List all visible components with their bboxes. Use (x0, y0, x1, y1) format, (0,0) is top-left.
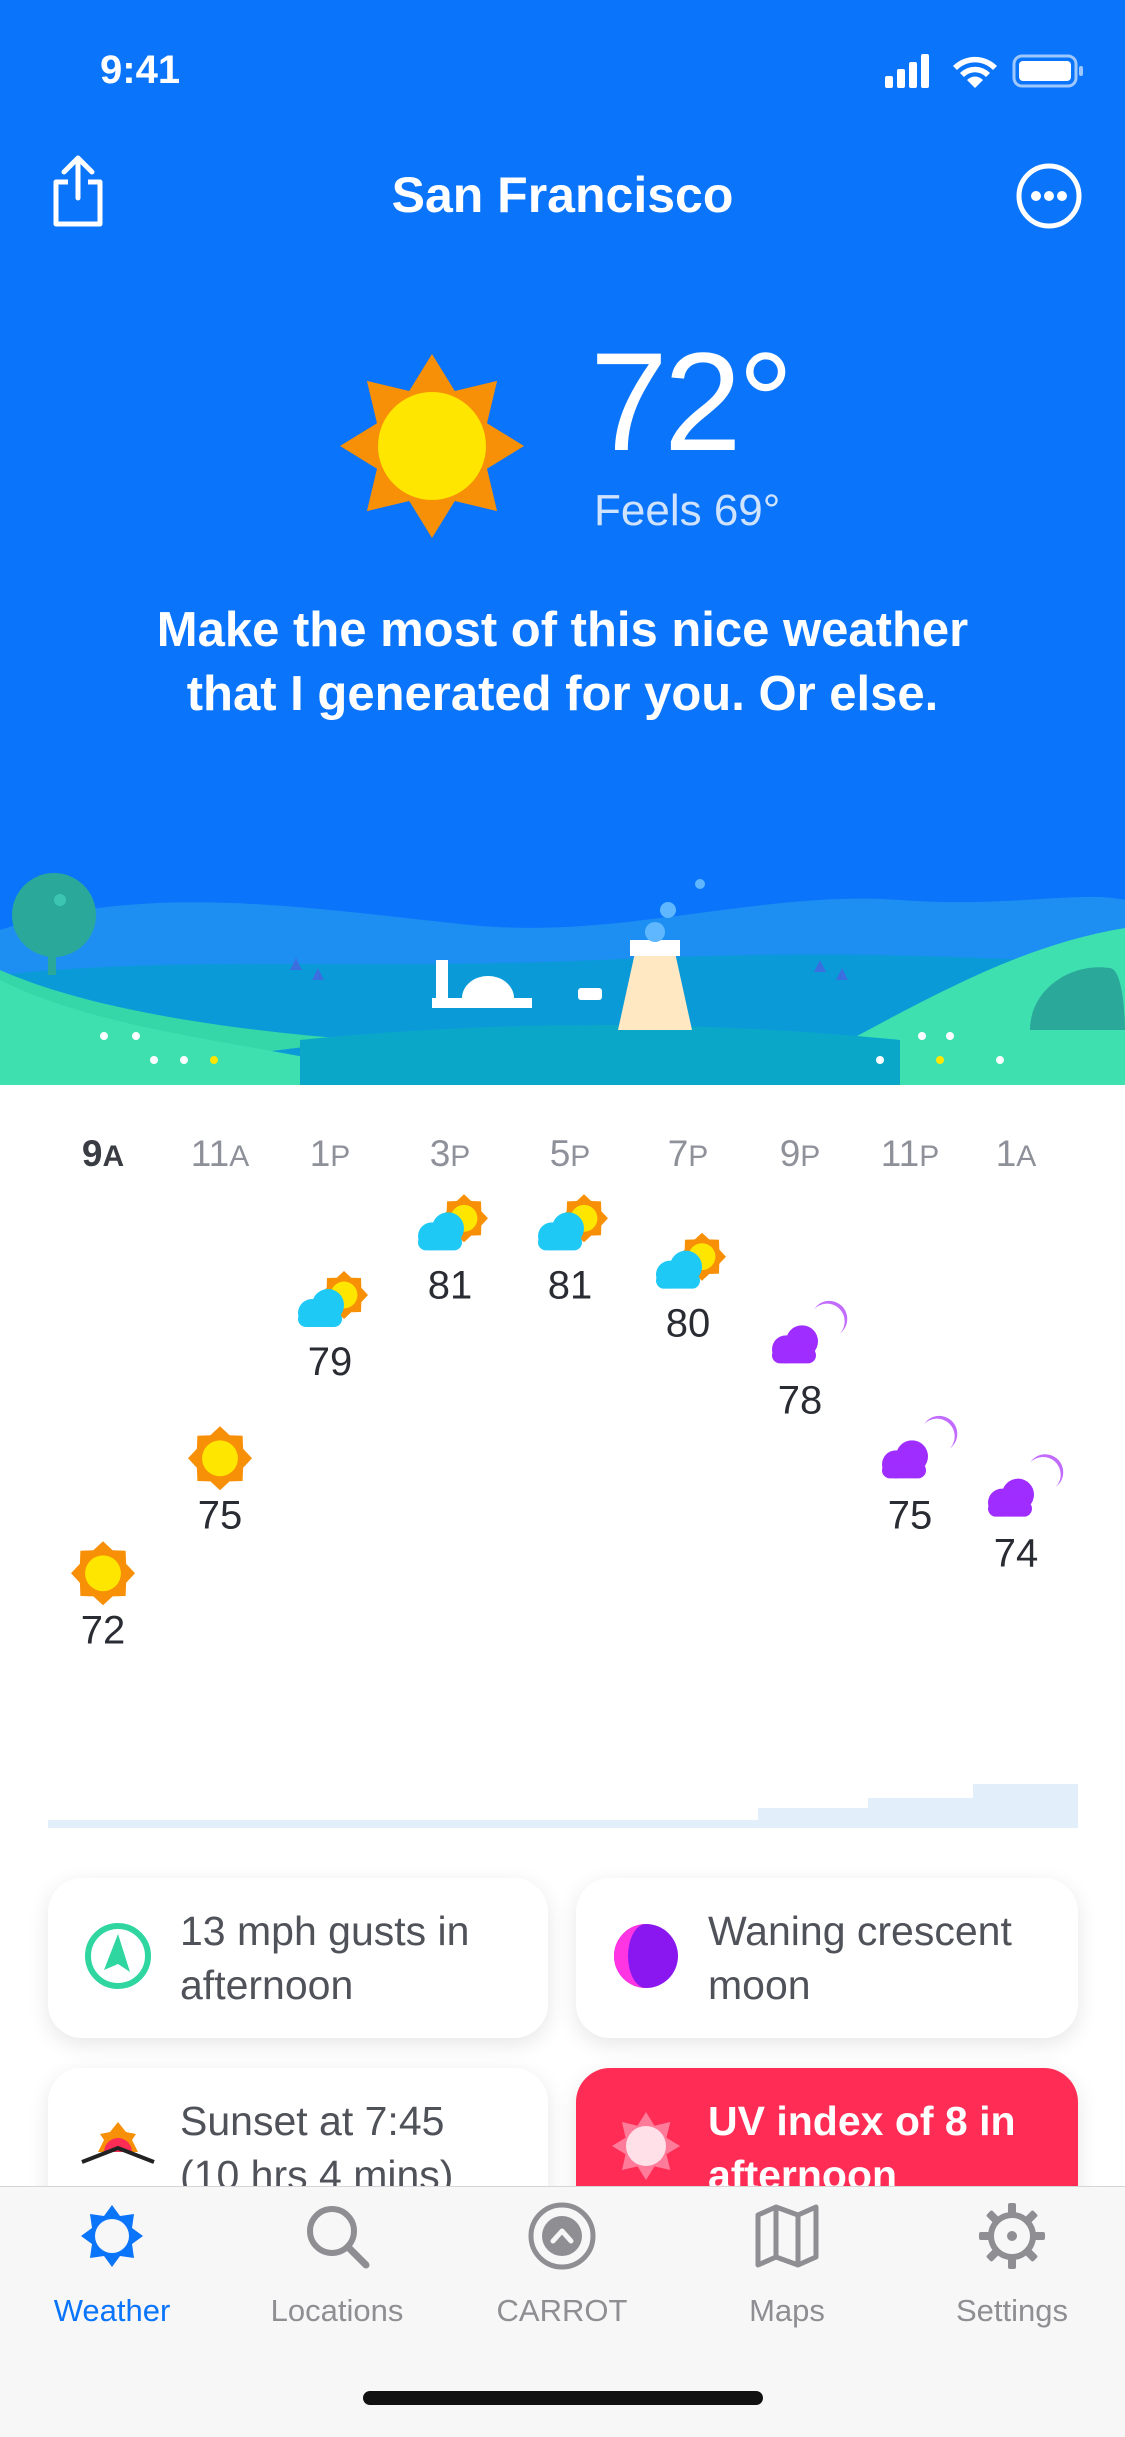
search-icon (307, 2206, 370, 2269)
tab-settings[interactable]: Settings (922, 2201, 1102, 2351)
hour-label: 11P (860, 1133, 960, 1175)
hour-label: 5P (520, 1133, 620, 1175)
hour-suffix: A (1016, 1140, 1037, 1173)
temperature-label: 80 (666, 1302, 711, 1346)
hour-label: 11A (170, 1133, 270, 1175)
temperature-label: 79 (308, 1340, 353, 1384)
tab-maps[interactable]: Maps (697, 2201, 877, 2351)
cellular-signal-icon (885, 54, 929, 88)
home-indicator[interactable] (363, 2391, 763, 2405)
current-temperature: 72° (590, 323, 794, 480)
more-options-icon[interactable] (1015, 162, 1083, 230)
temperature-label: 78 (778, 1378, 823, 1422)
message-line-2: that I generated for you. Or else. (186, 667, 939, 721)
tab-settings-label: Settings (955, 2293, 1068, 2328)
hour-suffix: P (688, 1140, 709, 1173)
sunset-icon (81, 2122, 155, 2164)
weather-hero: 9:41 San Francisco 72° Feels 69° Make th… (0, 0, 1125, 1085)
hour-suffix: P (330, 1140, 351, 1173)
hour-label: 9A (53, 1133, 153, 1175)
hour-label: 1P (280, 1133, 380, 1175)
sun-icon (340, 354, 524, 538)
status-icons (885, 54, 1083, 88)
temperature-label: 81 (548, 1263, 593, 1307)
tab-weather[interactable]: Weather (22, 2201, 202, 2351)
partly-cloudy-icon (298, 1271, 368, 1327)
hourly-temperature-chart: 72 75 79 81 81 80 78 75 74 (71, 1194, 1064, 1652)
moon-cloud-icon (882, 1415, 958, 1479)
uv-line-1: UV index of 8 in (708, 2098, 1016, 2144)
wind-line-2: afternoon (180, 1962, 354, 2008)
sunset-line-1: Sunset at 7:45 (180, 2098, 445, 2144)
temperature-label: 81 (428, 1263, 473, 1307)
hour-suffix: P (919, 1140, 940, 1173)
wind-line-1: 13 mph gusts in (180, 1908, 470, 1954)
tab-weather-label: Weather (53, 2293, 171, 2328)
landscape-illustration (0, 873, 1125, 1085)
sun-icon (188, 1426, 252, 1491)
battery-icon (1012, 54, 1083, 88)
city-title: San Francisco (391, 167, 734, 223)
hour-suffix: P (450, 1140, 471, 1173)
partly-cloudy-icon (538, 1194, 608, 1251)
hour-label: 9P (750, 1133, 850, 1175)
wind-text: 13 mph gusts in afternoon (180, 1904, 524, 2012)
hour-number: 11 (190, 1133, 230, 1174)
wifi-icon (953, 56, 997, 88)
moon-line-2: moon (708, 1962, 811, 2008)
wind-card[interactable]: 13 mph gusts in afternoon (48, 1878, 548, 2038)
map-icon (755, 2204, 819, 2268)
hour-label: 3P (400, 1133, 500, 1175)
moon-text: Waning crescent moon (708, 1904, 1054, 2012)
hour-number: 9 (81, 1133, 103, 1174)
hour-suffix: A (229, 1140, 250, 1173)
hour-number: 7 (667, 1133, 689, 1174)
tab-carrot-label: CARROT (496, 2293, 628, 2328)
hour-suffix: P (570, 1140, 591, 1173)
hour-suffix: P (800, 1140, 821, 1173)
temperature-label: 74 (994, 1532, 1039, 1576)
hour-label: 1A (966, 1133, 1066, 1175)
carrot-icon (528, 2202, 596, 2270)
moon-cloud-icon (988, 1454, 1064, 1517)
feels-like: Feels 69° (594, 486, 781, 535)
weather-message: Make the most of this nice weather that … (60, 598, 1065, 726)
moon-phase-icon (614, 1924, 678, 1988)
gear-icon (979, 2203, 1045, 2269)
partly-cloudy-icon (656, 1232, 726, 1289)
partly-cloudy-icon (418, 1194, 488, 1251)
moon-cloud-icon (772, 1300, 848, 1364)
sun-icon (71, 1541, 135, 1606)
hour-number: 5 (549, 1133, 571, 1174)
hour-number: 9 (779, 1133, 801, 1174)
hourly-time-labels: 9A 11A 1P 3P 5P 7P 9P 11P 1A (48, 1133, 1078, 1175)
temperature-label: 75 (198, 1493, 243, 1537)
tab-locations[interactable]: Locations (247, 2201, 427, 2351)
status-time: 9:41 (100, 48, 181, 92)
temperature-label: 75 (888, 1493, 933, 1537)
uv-sun-icon (612, 2112, 680, 2180)
precipitation-timeline (48, 1784, 1078, 1828)
tab-carrot[interactable]: CARROT (472, 2201, 652, 2351)
hour-number: 1 (309, 1133, 331, 1174)
hour-number: 1 (995, 1133, 1017, 1174)
hour-suffix: A (102, 1140, 125, 1173)
compass-icon (85, 1923, 151, 1989)
moon-card[interactable]: Waning crescent moon (576, 1878, 1078, 2038)
hour-label: 7P (638, 1133, 738, 1175)
moon-line-1: Waning crescent (708, 1908, 1012, 1954)
tab-locations-label: Locations (270, 2293, 404, 2328)
temperature-label: 72 (81, 1608, 126, 1652)
message-line-1: Make the most of this nice weather (156, 603, 969, 657)
hour-number: 3 (429, 1133, 451, 1174)
tab-maps-label: Maps (749, 2293, 825, 2328)
weather-tab-icon (81, 2205, 143, 2267)
hour-number: 11 (880, 1133, 920, 1174)
